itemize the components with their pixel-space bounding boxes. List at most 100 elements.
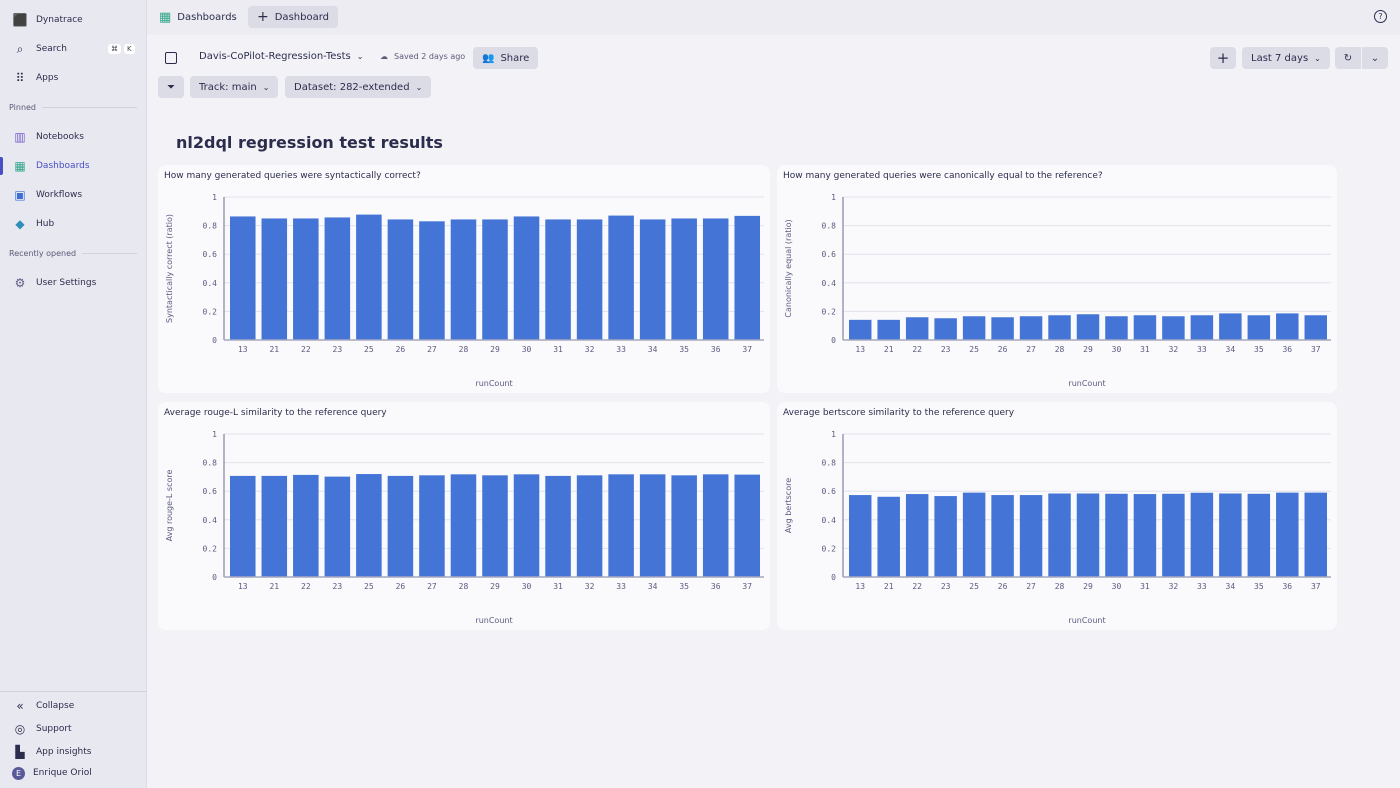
chart-tile-canonical[interactable]: How many generated queries were canonica… xyxy=(777,165,1337,393)
sidebar-item-dashboards[interactable]: ▦Dashboards xyxy=(12,157,90,175)
bar xyxy=(451,474,477,577)
bar xyxy=(991,495,1013,577)
x-tick-label: 27 xyxy=(427,582,437,591)
y-tick-label: 0.4 xyxy=(822,516,837,525)
bar xyxy=(640,219,666,340)
chevron-down-icon: ⌄ xyxy=(1371,53,1379,64)
hub-icon: ◆ xyxy=(12,216,28,232)
bar xyxy=(1305,493,1327,577)
sidebar-item-app-insights[interactable]: ▙App insights xyxy=(12,743,91,761)
bar xyxy=(577,475,603,577)
y-tick-label: 0.6 xyxy=(822,250,837,259)
bar xyxy=(1276,313,1298,340)
y-tick-label: 0.8 xyxy=(822,222,837,231)
y-tick-label: 0.2 xyxy=(822,307,837,316)
x-tick-label: 35 xyxy=(1254,345,1264,354)
toggle-panel-icon[interactable] xyxy=(165,52,177,64)
add-tile-button[interactable]: + xyxy=(1210,47,1236,69)
bar xyxy=(934,318,956,340)
x-tick-label: 28 xyxy=(1055,582,1065,591)
y-axis-label: Avg bertscore xyxy=(784,478,793,533)
dashboard-name-dropdown[interactable]: Davis-CoPilot-Regression-Tests⌄ xyxy=(199,51,363,62)
filter-track[interactable]: Track: main⌄ xyxy=(190,76,278,98)
bar xyxy=(356,474,382,577)
x-tick-label: 32 xyxy=(585,582,595,591)
x-tick-label: 31 xyxy=(1140,582,1150,591)
y-tick-label: 0.6 xyxy=(203,487,218,496)
sidebar-item-workflows[interactable]: ▣Workflows xyxy=(12,186,82,204)
help-icon[interactable]: ? xyxy=(1374,10,1387,23)
x-axis-label: runCount xyxy=(475,379,512,388)
bar xyxy=(703,218,729,340)
x-tick-label: 33 xyxy=(616,345,626,354)
x-tick-label: 26 xyxy=(396,582,406,591)
x-tick-label: 21 xyxy=(269,582,279,591)
app-title[interactable]: ▦Dashboards xyxy=(159,10,237,25)
bar xyxy=(514,474,540,577)
x-tick-label: 34 xyxy=(1226,582,1236,591)
active-indicator xyxy=(0,157,3,175)
share-button[interactable]: 👥Share xyxy=(473,47,538,69)
page-title: nl2dql regression test results xyxy=(176,133,443,152)
x-tick-label: 27 xyxy=(1026,582,1036,591)
bar xyxy=(877,497,899,577)
chart-tile-rouge[interactable]: Average rouge-L similarity to the refere… xyxy=(158,402,770,630)
y-tick-label: 0 xyxy=(831,573,836,582)
bar xyxy=(1191,315,1213,340)
y-tick-label: 0.6 xyxy=(822,487,837,496)
y-tick-label: 0.8 xyxy=(203,222,218,231)
x-tick-label: 13 xyxy=(238,345,248,354)
x-tick-label: 21 xyxy=(269,345,279,354)
divider xyxy=(0,691,147,692)
x-tick-label: 26 xyxy=(998,582,1008,591)
lifebuoy-icon: ◎ xyxy=(12,721,28,737)
x-tick-label: 28 xyxy=(459,582,469,591)
search-icon: ⌕ xyxy=(12,41,28,57)
sidebar-item-apps[interactable]: ⠿Apps xyxy=(12,69,58,87)
x-tick-label: 27 xyxy=(427,345,437,354)
bar-chart: 00.20.40.60.8113212223252627282930313233… xyxy=(777,402,1337,630)
bar xyxy=(1134,315,1156,340)
bar xyxy=(482,475,508,577)
filter-dataset[interactable]: Dataset: 282-extended⌄ xyxy=(285,76,431,98)
collapse-button[interactable]: «Collapse xyxy=(12,697,74,715)
x-tick-label: 23 xyxy=(941,582,951,591)
y-tick-label: 0.6 xyxy=(203,250,218,259)
x-tick-label: 23 xyxy=(941,345,951,354)
bar xyxy=(849,495,871,577)
timeframe-selector[interactable]: Last 7 days⌄ xyxy=(1242,47,1330,69)
refresh-options-button[interactable]: ⌄ xyxy=(1362,47,1388,69)
grid-icon: ⠿ xyxy=(12,70,28,86)
sidebar-brand[interactable]: ⬛Dynatrace xyxy=(12,11,83,29)
section-recent: Recently opened xyxy=(9,249,137,258)
x-tick-label: 25 xyxy=(969,345,979,354)
bar xyxy=(1276,493,1298,577)
cloud-icon: ☁ xyxy=(380,52,388,61)
sidebar: ⬛Dynatrace ⌕Search ⌘ K ⠿Apps Pinned ▥Not… xyxy=(0,0,147,788)
y-tick-label: 1 xyxy=(831,193,836,202)
bar xyxy=(1077,314,1099,340)
bar xyxy=(325,217,351,340)
bar xyxy=(906,494,928,577)
bar xyxy=(419,475,445,577)
filter-button[interactable]: ⏷ xyxy=(158,76,184,98)
bar xyxy=(514,216,540,340)
shortcut-cmd: ⌘ xyxy=(108,44,121,54)
bar xyxy=(934,496,956,577)
bar xyxy=(293,218,319,340)
sidebar-item-hub[interactable]: ◆Hub xyxy=(12,215,54,233)
chart-tile-bertscore[interactable]: Average bertscore similarity to the refe… xyxy=(777,402,1337,630)
refresh-button[interactable]: ↻ xyxy=(1335,47,1361,69)
x-tick-label: 13 xyxy=(238,582,248,591)
bar xyxy=(230,476,256,577)
sidebar-item-support[interactable]: ◎Support xyxy=(12,720,72,738)
sidebar-item-notebooks[interactable]: ▥Notebooks xyxy=(12,128,84,146)
chart-tile-syntax[interactable]: How many generated queries were syntacti… xyxy=(158,165,770,393)
new-dashboard-tab[interactable]: +Dashboard xyxy=(248,6,338,28)
bar xyxy=(545,219,571,340)
sidebar-item-search[interactable]: ⌕Search xyxy=(12,40,67,58)
user-menu[interactable]: EEnrique Oriol xyxy=(12,764,92,782)
bar xyxy=(1162,316,1184,340)
sidebar-item-user-settings[interactable]: ⚙User Settings xyxy=(12,274,96,292)
insights-icon: ▙ xyxy=(12,744,28,760)
